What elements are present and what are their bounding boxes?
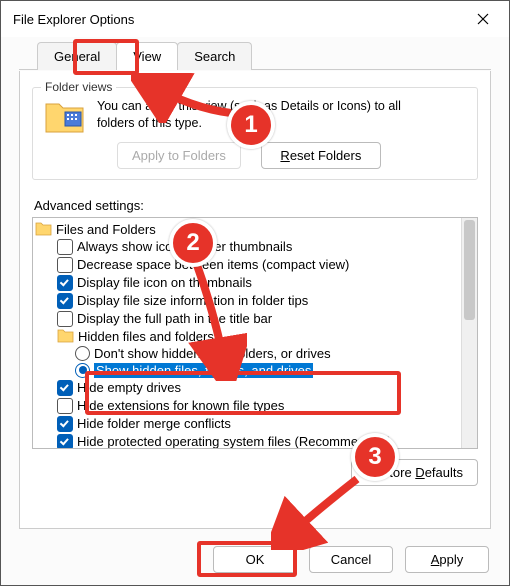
tree-item-label: Hidden files and folders — [78, 329, 214, 344]
checkbox-icon[interactable] — [57, 293, 73, 309]
tree-root-label: Files and Folders — [56, 222, 156, 237]
tab-view-label: View — [133, 49, 161, 64]
titlebar: File Explorer Options — [1, 1, 509, 37]
tree-item-hide-protected[interactable]: Hide protected operating system files (R… — [35, 433, 475, 449]
tree-item-label: Always show icons, never thumbnails — [77, 239, 292, 254]
advanced-settings-label: Advanced settings: — [34, 198, 478, 213]
folder-icon — [35, 222, 52, 237]
folder-views-desc1: You can apply this view (such as Details… — [97, 98, 401, 115]
tree-item-label: Show hidden files, folders, and drives — [94, 363, 313, 378]
ok-label: OK — [246, 552, 265, 567]
folder-views-legend: Folder views — [41, 80, 116, 94]
checkbox-icon[interactable] — [57, 239, 73, 255]
tab-content: Folder views You can apply this view (su… — [19, 71, 491, 529]
checkbox-icon[interactable] — [57, 257, 73, 273]
tree-item-label: Decrease space between items (compact vi… — [77, 257, 349, 272]
restore-defaults-button[interactable]: Restore Defaults — [351, 459, 478, 486]
tab-search-label: Search — [194, 49, 235, 64]
tree-item-label: Hide empty drives — [77, 380, 181, 395]
tree-item-label: Don't show hidden files, folders, or dri… — [94, 346, 331, 361]
folder-views-text: You can apply this view (such as Details… — [97, 98, 401, 169]
scrollbar-thumb[interactable] — [464, 220, 475, 320]
window: File Explorer Options General View Searc… — [0, 0, 510, 586]
checkbox-icon[interactable] — [57, 380, 73, 396]
radio-icon[interactable] — [75, 346, 90, 361]
folder-views-desc2: folders of this type. — [97, 115, 401, 132]
tab-view[interactable]: View — [116, 42, 178, 70]
close-icon — [477, 13, 489, 25]
tab-general-label: General — [54, 49, 100, 64]
tree-item-always-icons[interactable]: Always show icons, never thumbnails — [35, 238, 475, 256]
close-button[interactable] — [463, 5, 503, 33]
dialog-footer: OK Cancel Apply — [213, 546, 489, 573]
tree-radio-show-hidden[interactable]: Show hidden files, folders, and drives — [35, 362, 475, 379]
checkbox-icon[interactable] — [57, 398, 73, 414]
tree-item-merge-conflicts[interactable]: Hide folder merge conflicts — [35, 415, 475, 433]
cancel-button[interactable]: Cancel — [309, 546, 393, 573]
tab-general[interactable]: General — [37, 42, 117, 70]
tree-folder-hidden: Hidden files and folders — [35, 328, 475, 345]
apply-to-folders-button: Apply to Folders — [117, 142, 241, 169]
tab-strip: General View Search — [19, 37, 491, 70]
window-title: File Explorer Options — [13, 12, 134, 27]
apply-button[interactable]: Apply — [405, 546, 489, 573]
tree-item-label: Display file icon on thumbnails — [77, 275, 252, 290]
tree-folder-root: Files and Folders — [35, 221, 475, 238]
ok-button[interactable]: OK — [213, 546, 297, 573]
checkbox-icon[interactable] — [57, 434, 73, 449]
radio-icon[interactable] — [75, 363, 90, 378]
tree-item-label: Hide folder merge conflicts — [77, 416, 231, 431]
tree-item-label: Display file size information in folder … — [77, 293, 308, 308]
tree-scrollbar[interactable] — [461, 218, 477, 448]
checkbox-icon[interactable] — [57, 416, 73, 432]
tree-item-file-size-tips[interactable]: Display file size information in folder … — [35, 292, 475, 310]
tree-radio-dont-show[interactable]: Don't show hidden files, folders, or dri… — [35, 345, 475, 362]
checkbox-icon[interactable] — [57, 275, 73, 291]
tree-item-label: Display the full path in the title bar — [77, 311, 272, 326]
cancel-label: Cancel — [331, 552, 371, 567]
tab-search[interactable]: Search — [177, 42, 252, 70]
reset-folders-button[interactable]: Reset Folders — [261, 142, 381, 169]
tree-item-compact[interactable]: Decrease space between items (compact vi… — [35, 256, 475, 274]
folder-views-group: Folder views You can apply this view (su… — [32, 87, 478, 180]
tree-item-file-icon-thumb[interactable]: Display file icon on thumbnails — [35, 274, 475, 292]
advanced-settings-tree[interactable]: Files and Folders Always show icons, nev… — [32, 217, 478, 449]
apply-to-folders-label: Apply to Folders — [132, 148, 226, 163]
tree-item-label: Hide extensions for known file types — [77, 398, 284, 413]
tree-item-full-path[interactable]: Display the full path in the title bar — [35, 310, 475, 328]
tree-item-hide-ext[interactable]: Hide extensions for known file types — [35, 397, 475, 415]
folder-icon — [57, 329, 74, 344]
tree-item-label: Hide protected operating system files (R… — [77, 434, 391, 449]
checkbox-icon[interactable] — [57, 311, 73, 327]
tree-item-hide-empty[interactable]: Hide empty drives — [35, 379, 475, 397]
folder-views-icon — [43, 98, 87, 138]
